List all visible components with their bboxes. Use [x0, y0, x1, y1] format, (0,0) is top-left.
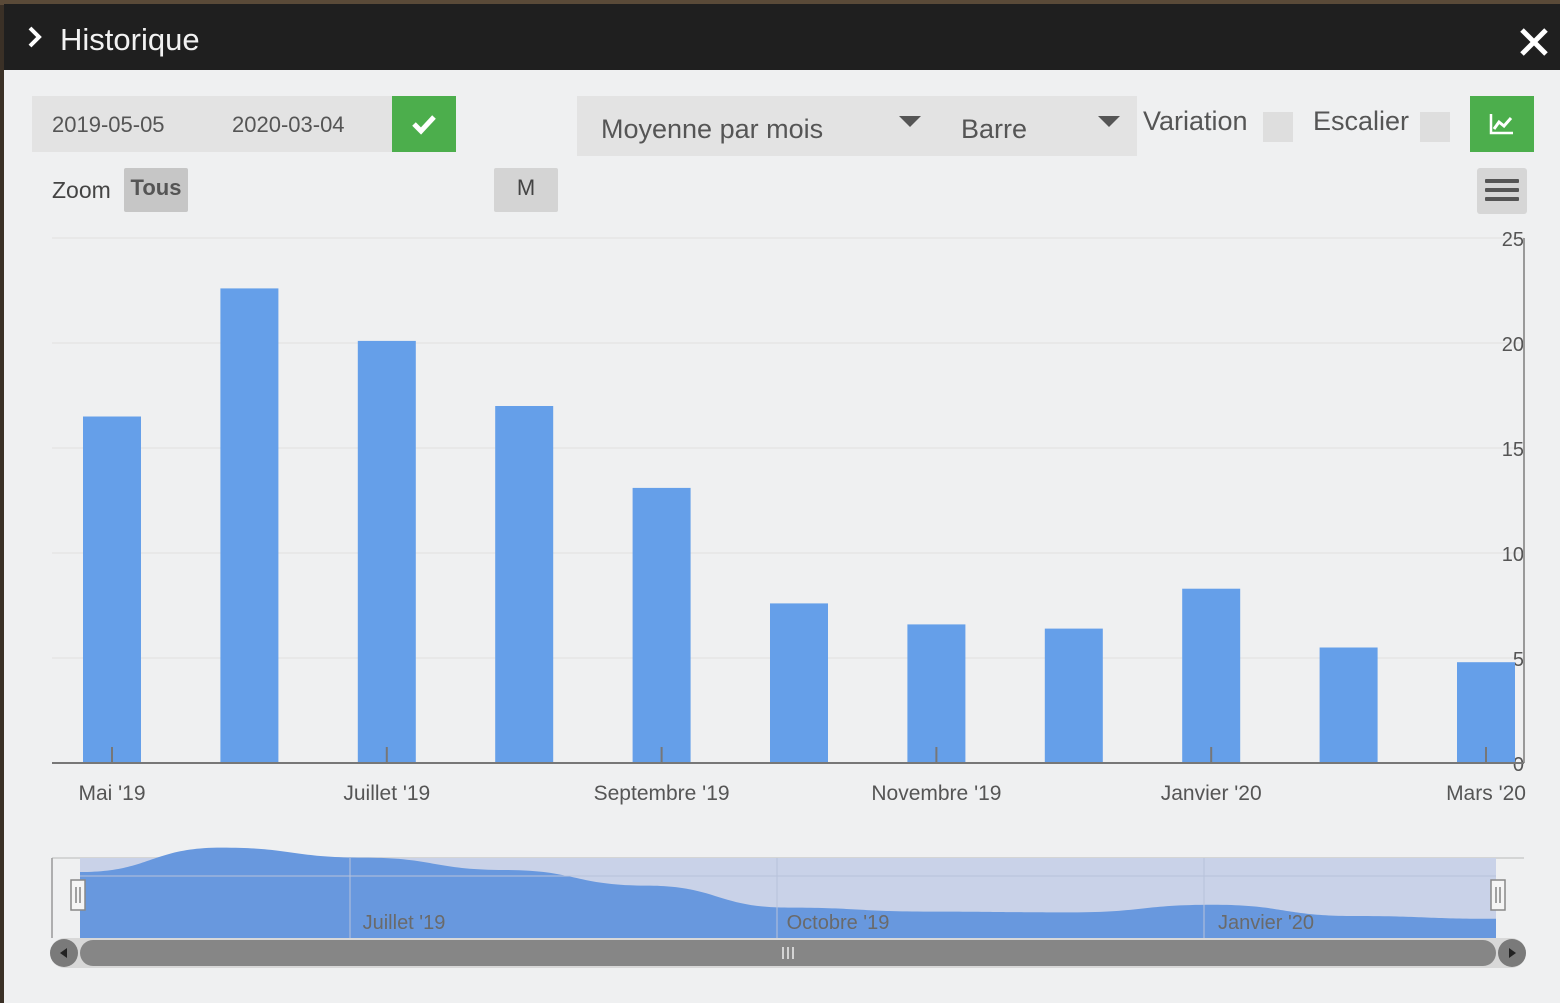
- chart-type-select[interactable]: Barre: [937, 96, 1137, 156]
- x-tick-label: Janvier '20: [1161, 782, 1262, 805]
- navigator-label: Juillet '19: [363, 912, 446, 934]
- stairs-label: Escalier: [1313, 106, 1410, 136]
- bar-chart: 0510152025Mai '19 Juillet '19 Septembre '1…: [50, 229, 1526, 968]
- y-tick-label: 15: [1502, 439, 1524, 461]
- date-start-input[interactable]: 2019-05-05: [52, 112, 165, 138]
- navigator-left-handle[interactable]: [70, 879, 86, 911]
- close-icon[interactable]: [1516, 24, 1552, 60]
- bar: [907, 624, 966, 763]
- x-tick-label: Septembre '19: [594, 782, 730, 805]
- chevron-right-icon[interactable]: [22, 24, 48, 50]
- stairs-checkbox[interactable]: [1420, 112, 1450, 142]
- navigator-right-handle[interactable]: [1490, 879, 1506, 911]
- y-tick-label: 25: [1502, 229, 1524, 251]
- chevron-down-icon: [1098, 116, 1120, 127]
- chart-type-select-value: Barre: [961, 114, 1028, 144]
- check-icon: [412, 115, 436, 135]
- bar: [1182, 588, 1241, 763]
- window-title: Historique: [60, 22, 200, 57]
- aggregation-select-value: Moyenne par mois: [601, 114, 824, 144]
- bar: [495, 406, 554, 763]
- navigator-label: Janvier '20: [1218, 912, 1314, 934]
- bar: [357, 340, 416, 763]
- chart-area: Zoom Tous M 0 5 10 15 20 25 Mai '19 Juillet '19…: [44, 158, 1534, 1003]
- bar: [1044, 628, 1103, 763]
- history-panel: 2019-05-05 2020-03-04 Moyenne par mois B…: [4, 70, 1560, 1003]
- chevron-down-icon: [899, 116, 921, 127]
- x-tick-label: Novembre '19: [871, 782, 1001, 805]
- bar: [770, 603, 828, 763]
- variation-checkbox[interactable]: [1263, 112, 1293, 142]
- line-chart-icon: [1489, 114, 1513, 135]
- x-tick-label: Mai '19: [78, 782, 145, 805]
- chart-options: Moyenne par mois Barre: [577, 96, 1137, 156]
- bar: [220, 288, 279, 763]
- bar: [83, 416, 141, 763]
- aggregation-select[interactable]: Moyenne par mois: [577, 96, 937, 156]
- y-tick-label: 10: [1502, 544, 1524, 566]
- x-tick-label: Juillet '19: [343, 782, 430, 805]
- title-bar: Historique: [4, 4, 1560, 70]
- show-graph-button[interactable]: [1470, 96, 1534, 152]
- navigator-label: Octobre '19: [787, 912, 890, 934]
- date-range: 2019-05-05 2020-03-04: [32, 96, 392, 152]
- bar: [632, 487, 691, 763]
- x-tick-label: Mars '20: [1446, 782, 1526, 805]
- variation-label: Variation: [1143, 106, 1248, 136]
- bar: [1319, 647, 1378, 763]
- apply-dates-button[interactable]: [392, 96, 456, 152]
- date-end-input[interactable]: 2020-03-04: [232, 112, 345, 138]
- y-tick-label: 20: [1502, 334, 1524, 356]
